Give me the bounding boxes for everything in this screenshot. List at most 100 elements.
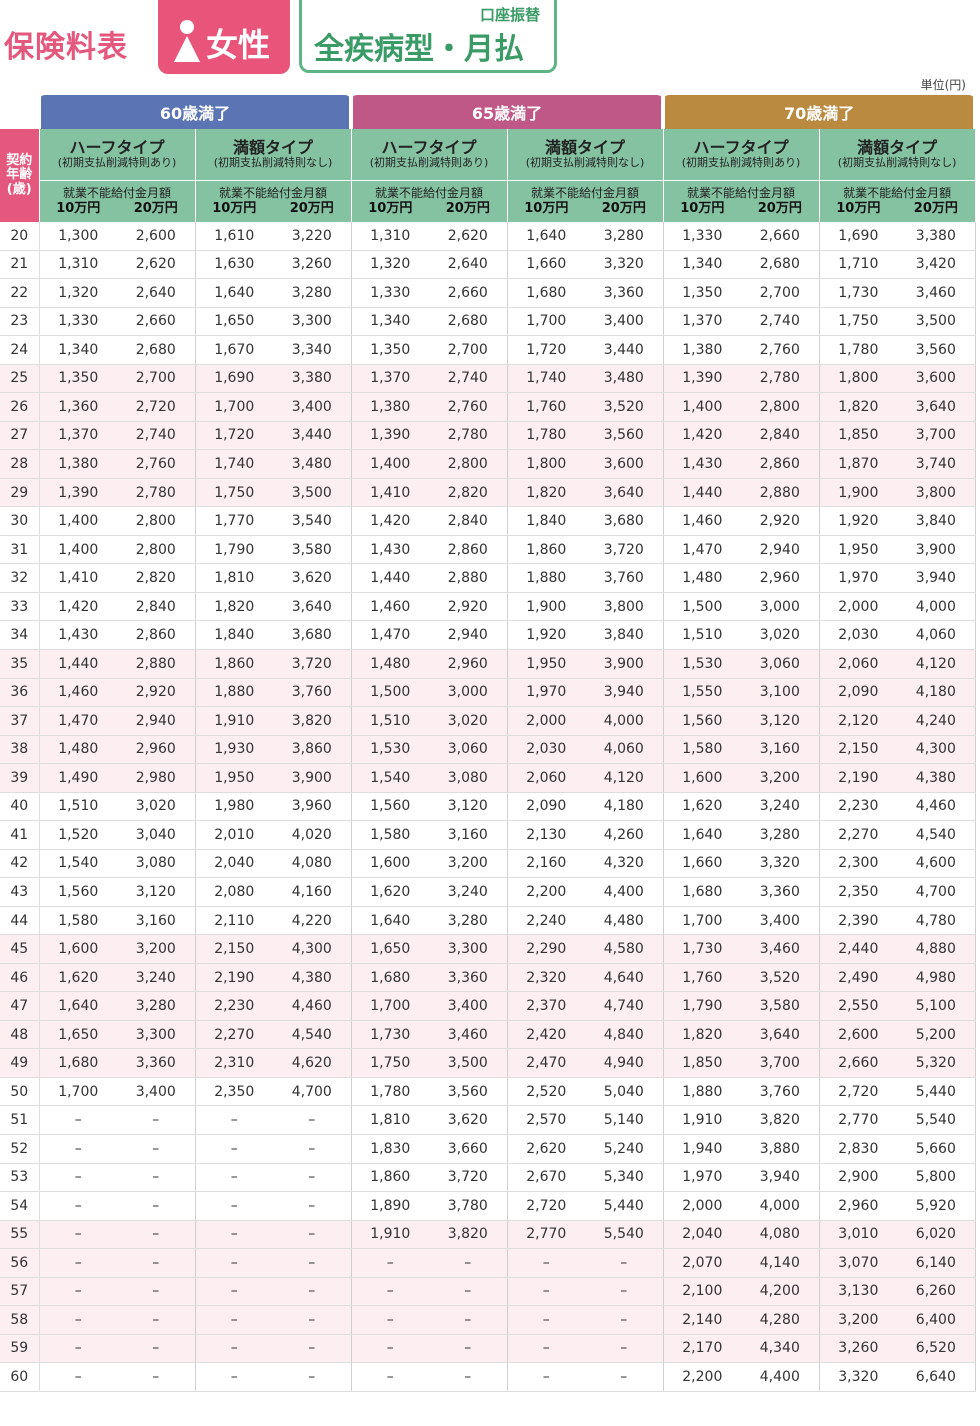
premium-cell: 1,420 xyxy=(663,421,742,451)
premium-cell: 2,230 xyxy=(819,792,898,822)
premium-cell: 1,860 xyxy=(195,649,273,679)
premium-cell: 2,940 xyxy=(741,535,820,565)
premium-cell: 1,780 xyxy=(507,421,586,451)
table-row: 47 1,640 3,280 2,230 4,460 1,700 3,400 2,370 4,7… xyxy=(0,991,976,1021)
premium-cell: 2,190 xyxy=(195,963,273,993)
term-header: 70歳満了 xyxy=(661,95,978,129)
table-row: 50 1,700 3,400 2,350 4,700 1,780 3,560 2,520 5,0… xyxy=(0,1077,976,1107)
premium-cell: 2,350 xyxy=(195,1077,273,1107)
table-row: 49 1,680 3,360 2,310 4,620 1,750 3,500 2,470 4,9… xyxy=(0,1048,976,1078)
premium-cell: 4,300 xyxy=(273,934,352,964)
premium-cell: 2,350 xyxy=(819,877,898,907)
premium-cell: – xyxy=(39,1105,117,1135)
premium-cell: 3,120 xyxy=(429,792,508,822)
premium-cell: 3,280 xyxy=(429,906,508,936)
table-row: 44 1,580 3,160 2,110 4,220 1,640 3,280 2,240 4,4… xyxy=(0,906,976,936)
premium-cell: 2,150 xyxy=(819,735,898,765)
premium-cell: 2,880 xyxy=(117,649,196,679)
premium-cell: 1,540 xyxy=(39,849,117,879)
premium-cell: – xyxy=(273,1248,352,1278)
age-cell: 47 xyxy=(0,991,40,1021)
type-note: (初期支払削減特則あり) xyxy=(681,156,801,170)
premium-cell: 1,560 xyxy=(39,877,117,907)
type-name: 満額タイプ xyxy=(857,137,938,157)
type-name: ハーフタイプ xyxy=(693,137,789,157)
premium-cell: 5,240 xyxy=(585,1134,664,1164)
premium-cell: 1,340 xyxy=(351,307,430,337)
premium-cell: 3,070 xyxy=(819,1248,898,1278)
premium-cell: 3,500 xyxy=(273,478,352,508)
premium-cell: – xyxy=(507,1277,586,1307)
premium-cell: 3,360 xyxy=(585,278,664,308)
premium-cell: 2,090 xyxy=(819,678,898,708)
premium-cell: 4,400 xyxy=(585,877,664,907)
premium-cell: 4,880 xyxy=(897,934,976,964)
premium-cell: 5,540 xyxy=(585,1220,664,1250)
premium-cell: 1,940 xyxy=(663,1134,742,1164)
age-cell: 22 xyxy=(0,278,40,308)
premium-cell: 1,370 xyxy=(663,307,742,337)
premium-cell: 2,670 xyxy=(507,1163,586,1193)
premium-cell: 3,940 xyxy=(897,563,976,593)
premium-cell: – xyxy=(273,1334,352,1364)
premium-cell: – xyxy=(351,1334,430,1364)
premium-cell: 1,880 xyxy=(507,563,586,593)
premium-cell: 5,140 xyxy=(585,1105,664,1135)
premium-cell: 4,000 xyxy=(585,706,664,736)
type-note: (初期支払削減特則あり) xyxy=(369,156,489,170)
premium-cell: 1,670 xyxy=(195,335,273,365)
premium-cell: 3,760 xyxy=(741,1077,820,1107)
premium-cell: 2,760 xyxy=(429,392,508,422)
premium-cell: 2,780 xyxy=(741,364,820,394)
premium-cell: 3,960 xyxy=(273,792,352,822)
premium-cell: 1,580 xyxy=(663,735,742,765)
premium-cell: 1,390 xyxy=(351,421,430,451)
premium-cell: 1,510 xyxy=(39,792,117,822)
premium-cell: 2,090 xyxy=(507,792,586,822)
premium-cell: 2,700 xyxy=(741,278,820,308)
premium-cell: 1,860 xyxy=(507,535,586,565)
premium-cell: 3,820 xyxy=(741,1105,820,1135)
premium-cell: – xyxy=(585,1362,664,1392)
benefit-header: 就業不能給付金月額 10万円 20万円 xyxy=(350,180,508,222)
premium-cell: 2,770 xyxy=(507,1220,586,1250)
benefit-header: 就業不能給付金月額 10万円 20万円 xyxy=(38,180,196,222)
benefit-amount: 10万円 xyxy=(680,200,725,216)
premium-cell: – xyxy=(351,1362,430,1392)
premium-cell: 3,440 xyxy=(273,421,352,451)
premium-cell: 4,700 xyxy=(273,1077,352,1107)
benefit-amount: 20万円 xyxy=(913,200,958,216)
benefit-header: 就業不能給付金月額 10万円 20万円 xyxy=(662,180,820,222)
premium-cell: 1,600 xyxy=(663,763,742,793)
premium-cell: 4,220 xyxy=(273,906,352,936)
premium-cell: 3,120 xyxy=(117,877,196,907)
premium-cell: 2,170 xyxy=(663,1334,742,1364)
premium-cell: 3,200 xyxy=(117,934,196,964)
premium-cell: 2,620 xyxy=(117,250,196,280)
type-header: ハーフタイプ (初期支払削減特則あり) xyxy=(350,129,508,181)
table-row: 52– – – –1,830 3,660 2,620 5,240 1,940 3,880 2,83… xyxy=(0,1134,976,1164)
premium-cell: 3,820 xyxy=(273,706,352,736)
premium-cell: 1,400 xyxy=(351,449,430,479)
premium-cell: 1,470 xyxy=(39,706,117,736)
age-cell: 45 xyxy=(0,934,40,964)
premium-cell: 3,220 xyxy=(273,222,352,251)
age-cell: 50 xyxy=(0,1077,40,1107)
table-row: 53– – – –1,860 3,720 2,670 5,340 1,970 3,940 2,90… xyxy=(0,1163,976,1193)
premium-cell: 2,620 xyxy=(507,1134,586,1164)
premium-cell: 1,820 xyxy=(507,478,586,508)
premium-cell: 2,570 xyxy=(507,1105,586,1135)
premium-cell: 1,650 xyxy=(351,934,430,964)
premium-cell: 1,470 xyxy=(663,535,742,565)
premium-cell: 3,260 xyxy=(273,250,352,280)
premium-cell: 4,540 xyxy=(273,1020,352,1050)
premium-cell: – xyxy=(195,1163,273,1193)
age-cell: 28 xyxy=(0,449,40,479)
premium-cell: 2,270 xyxy=(195,1020,273,1050)
age-cell: 60 xyxy=(0,1362,40,1392)
premium-cell: – xyxy=(585,1248,664,1278)
premium-cell: 1,380 xyxy=(351,392,430,422)
type-header: 満額タイプ (初期支払削減特則なし) xyxy=(194,129,352,181)
premium-cell: 2,860 xyxy=(429,535,508,565)
premium-cell: 1,650 xyxy=(39,1020,117,1050)
